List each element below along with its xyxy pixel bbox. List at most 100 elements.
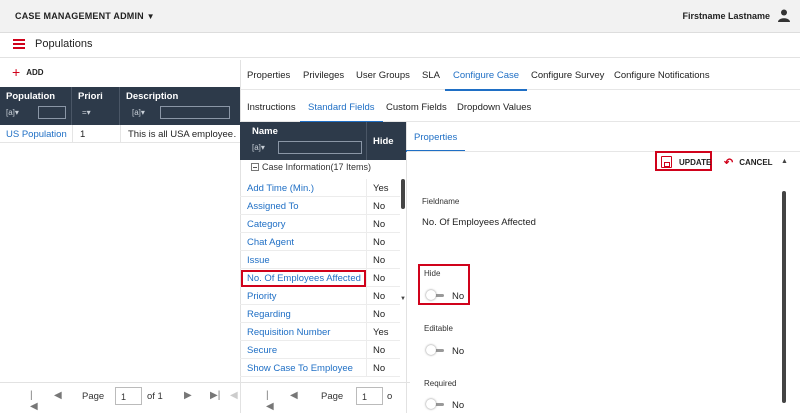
column-priority[interactable]: Priori =▾ <box>72 87 120 125</box>
column-name[interactable]: Name <box>252 126 278 137</box>
list-item[interactable]: Issue No <box>240 251 400 269</box>
top-bar: CASE MANAGEMENT ADMIN ▼ Firstname Lastna… <box>0 0 800 33</box>
priority-cell: 1 <box>80 129 86 140</box>
prev-page-icon[interactable]: ◀ <box>54 390 62 401</box>
field-name[interactable]: Issue <box>247 255 270 266</box>
list-item[interactable]: Priority No <box>240 287 400 305</box>
description-filter-input[interactable] <box>160 106 230 119</box>
field-name[interactable]: Regarding <box>247 309 291 320</box>
field-name[interactable]: Chat Agent <box>247 237 294 248</box>
description-cell: This is all USA employee… <box>128 129 236 140</box>
column-population[interactable]: Population [a]▾ <box>0 87 72 125</box>
panel-divider <box>406 122 407 413</box>
page-input[interactable]: 1 <box>356 387 383 405</box>
tab-user-groups[interactable]: User Groups <box>356 70 410 81</box>
population-filter-input[interactable] <box>38 106 66 119</box>
filter-operator[interactable]: [a]▾ <box>252 143 265 152</box>
name-filter-input[interactable] <box>278 141 362 154</box>
properties-scrollbar-thumb[interactable] <box>782 191 786 403</box>
tab-custom-fields[interactable]: Custom Fields <box>386 102 447 113</box>
user-name[interactable]: Firstname Lastname <box>682 11 770 21</box>
selected-field-highlight <box>241 270 366 287</box>
hide-label: Hide <box>424 269 441 278</box>
list-item[interactable]: Chat Agent No <box>240 233 400 251</box>
page-input[interactable]: 1 <box>115 387 142 405</box>
filter-operator[interactable]: =▾ <box>82 108 91 117</box>
main-tabs: Properties Privileges User Groups SLA Co… <box>240 60 800 91</box>
scroll-up-icon[interactable]: ▲ <box>781 158 788 165</box>
page-count: o <box>387 391 393 402</box>
tab-sla[interactable]: SLA <box>422 70 440 81</box>
list-item[interactable]: Show Case To Employee No <box>240 359 400 377</box>
collapse-icon[interactable] <box>251 163 259 171</box>
tab-dropdown-values[interactable]: Dropdown Values <box>457 102 531 113</box>
tab-configure-survey[interactable]: Configure Survey <box>531 70 604 81</box>
sub-tabs: Instructions Standard Fields Custom Fiel… <box>240 92 800 123</box>
field-name[interactable]: Show Case To Employee <box>247 363 353 374</box>
population-cell[interactable]: US Population <box>6 129 70 140</box>
editable-toggle[interactable] <box>426 345 446 355</box>
cancel-button[interactable]: ↶ CANCEL <box>724 156 773 169</box>
cancel-label: CANCEL <box>739 158 773 167</box>
caret-down-icon: ▼ <box>146 12 155 21</box>
required-value: No <box>452 400 465 411</box>
column-description[interactable]: Description [a]▾ <box>120 87 240 125</box>
first-page-icon[interactable]: |◀ <box>266 390 274 412</box>
field-hide: No <box>366 305 400 323</box>
hide-value: No <box>452 291 465 302</box>
tab-configure-case[interactable]: Configure Case <box>444 70 528 91</box>
app-switcher[interactable]: CASE MANAGEMENT ADMIN ▼ <box>15 11 155 21</box>
tab-instructions[interactable]: Instructions <box>247 102 296 113</box>
add-button[interactable]: + ADD <box>12 64 44 80</box>
field-hide: No <box>366 233 400 251</box>
person-icon[interactable] <box>778 9 790 22</box>
column-label: Description <box>126 91 179 102</box>
field-name[interactable]: Secure <box>247 345 277 356</box>
required-label: Required <box>424 379 457 388</box>
fields-scrollbar-thumb[interactable] <box>401 179 405 209</box>
populations-grid-header: Population [a]▾ Priori =▾ Description [a… <box>0 87 240 125</box>
tab-properties[interactable]: Properties <box>247 70 290 81</box>
update-button[interactable]: UPDATE <box>655 151 712 171</box>
page-label: Page <box>321 391 344 402</box>
undo-icon: ↶ <box>724 157 734 169</box>
editable-label: Editable <box>424 324 453 333</box>
list-item[interactable]: Assigned To No <box>240 197 400 215</box>
filter-operator[interactable]: [a]▾ <box>132 108 145 117</box>
tab-standard-fields[interactable]: Standard Fields <box>300 102 383 123</box>
tab-privileges[interactable]: Privileges <box>303 70 344 81</box>
column-hide[interactable]: Hide <box>366 122 406 160</box>
field-name[interactable]: Assigned To <box>247 201 299 212</box>
app-name: CASE MANAGEMENT ADMIN <box>15 11 144 21</box>
column-label: Population <box>6 91 56 102</box>
field-hide: No <box>366 251 400 269</box>
field-name[interactable]: Add Time (Min.) <box>247 183 314 194</box>
group-header[interactable]: Case Information(17 Items) <box>240 162 400 176</box>
hide-toggle[interactable] <box>426 290 446 300</box>
list-item[interactable]: Requisition Number Yes <box>240 323 400 341</box>
add-label: ADD <box>26 68 44 77</box>
first-page-icon[interactable]: |◀ <box>30 390 38 412</box>
last-page-icon[interactable]: ▶| <box>210 390 220 401</box>
tab-properties-panel[interactable]: Properties <box>405 132 466 152</box>
editable-value: No <box>452 346 465 357</box>
page-title: Populations <box>35 38 93 50</box>
field-name[interactable]: Priority <box>247 291 277 302</box>
list-item[interactable]: Add Time (Min.) Yes <box>240 179 400 197</box>
hamburger-menu-icon[interactable] <box>13 39 25 49</box>
list-item[interactable]: Regarding No <box>240 305 400 323</box>
prev-page-icon[interactable]: ◀ <box>290 390 298 401</box>
required-toggle[interactable] <box>426 399 446 409</box>
page-label: Page <box>82 391 105 402</box>
tab-configure-notifications[interactable]: Configure Notifications <box>614 70 710 81</box>
update-label: UPDATE <box>679 158 712 167</box>
field-hide: Yes <box>366 323 400 341</box>
field-name[interactable]: Requisition Number <box>247 327 330 338</box>
page-count: of 1 <box>147 391 163 402</box>
field-name[interactable]: Category <box>247 219 286 230</box>
list-item[interactable]: Category No <box>240 215 400 233</box>
list-item[interactable]: Secure No <box>240 341 400 359</box>
next-page-icon[interactable]: ▶ <box>184 390 192 401</box>
filter-operator[interactable]: [a]▾ <box>6 108 19 117</box>
fieldname-value: No. Of Employees Affected <box>422 217 536 228</box>
